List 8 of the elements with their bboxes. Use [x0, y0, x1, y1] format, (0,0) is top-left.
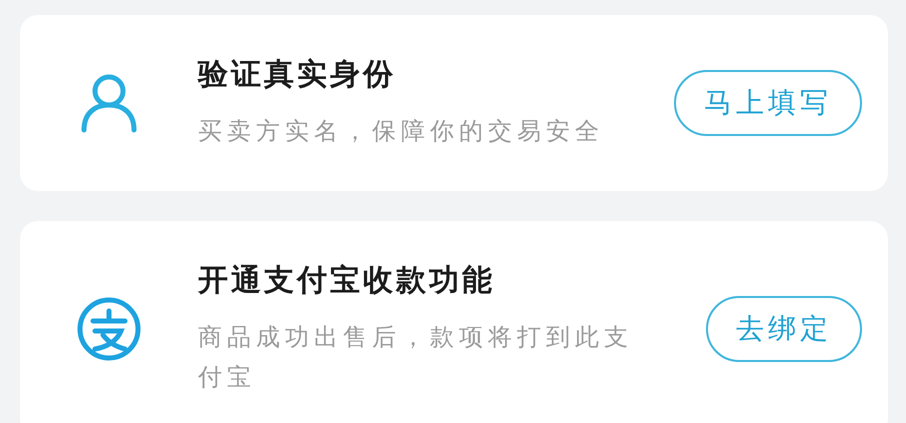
card-description: 商品成功出售后，款项将打到此支付宝	[198, 322, 634, 393]
person-icon	[81, 73, 137, 133]
card-description: 买卖方实名，保障你的交易安全	[198, 116, 605, 147]
card-title: 开通支付宝收款功能	[198, 262, 496, 300]
action-button[interactable]: 马上填写	[674, 70, 862, 136]
payment-icon	[77, 297, 141, 361]
card-title: 验证真实身份	[198, 56, 397, 94]
action-button[interactable]: 去绑定	[706, 296, 862, 362]
